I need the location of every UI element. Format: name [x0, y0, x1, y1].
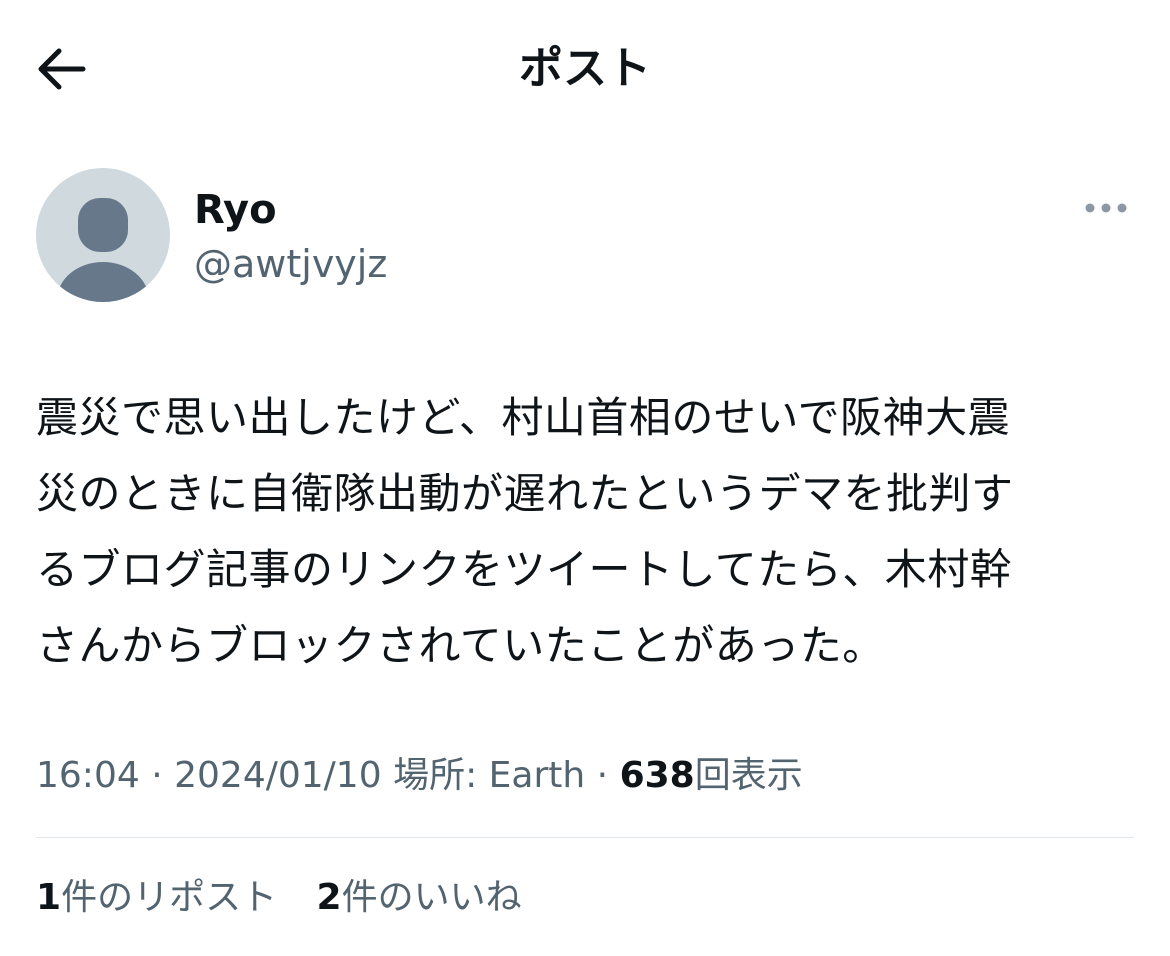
likes-stat[interactable]: 2件のいいね: [317, 870, 522, 926]
post-stats: 1件のリポスト 2件のいいね: [36, 870, 550, 926]
reposts-label: 件のリポスト: [61, 877, 278, 918]
post-meta: 16:04 · 2024/01/10 場所: Earth · 638回表示: [36, 748, 1136, 804]
views-label: 回表示: [694, 755, 803, 796]
likes-label: 件のいいね: [341, 877, 522, 918]
meta-separator: ·: [151, 755, 163, 796]
more-options-button[interactable]: [1076, 188, 1136, 228]
post-text-line: 災のときに自衛隊出動が遅れたというデマを批判す: [36, 469, 1014, 518]
post-text-line: るブログ記事のリンクをツイートしてたら、木村幹: [36, 545, 1013, 594]
reposts-stat[interactable]: 1件のリポスト: [36, 870, 277, 926]
more-horizontal-icon: [1085, 203, 1127, 213]
likes-count: 2: [316, 877, 342, 918]
meta-separator: ·: [596, 755, 609, 796]
location-label: 場所:: [393, 755, 478, 796]
default-avatar-icon: [57, 198, 149, 302]
views-count: 638: [619, 755, 695, 796]
reposts-count: 1: [36, 877, 62, 918]
author-display-name[interactable]: Ryo: [194, 186, 277, 234]
page-title: ポスト: [519, 43, 651, 94]
post-text-line: さんからブロックされていたことがあった。: [36, 621, 885, 670]
location-value: Earth: [488, 755, 586, 796]
divider: [36, 837, 1134, 838]
post-text-line: 震災で思い出したけど、村山首相のせいで阪神大震: [36, 393, 1011, 442]
avatar[interactable]: [36, 168, 170, 302]
post-author: Ryo @awtjvyjz: [36, 168, 1136, 308]
post-date[interactable]: 2024/01/10: [174, 755, 382, 796]
post-time[interactable]: 16:04: [36, 755, 140, 796]
top-bar: ポスト: [0, 0, 1170, 136]
author-handle[interactable]: @awtjvyjz: [194, 240, 387, 288]
post-text: 震災で思い出したけど、村山首相のせいで阪神大震 災のときに自衛隊出動が遅れたとい…: [36, 380, 1136, 684]
